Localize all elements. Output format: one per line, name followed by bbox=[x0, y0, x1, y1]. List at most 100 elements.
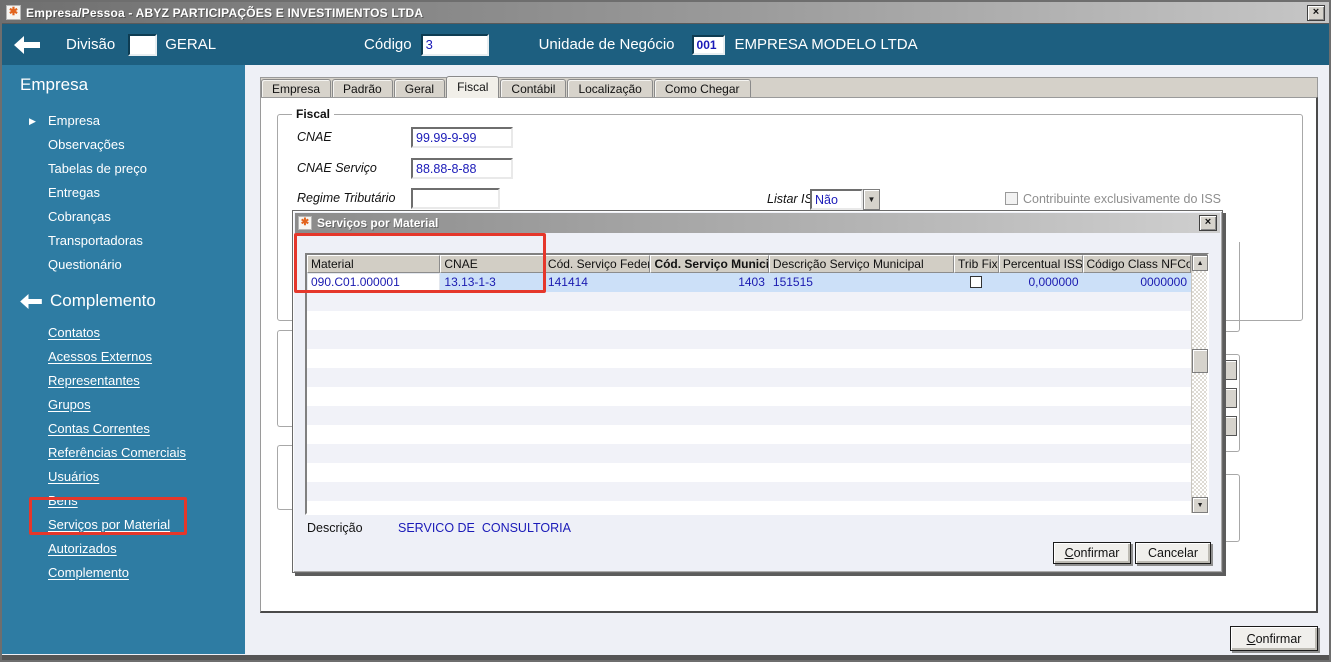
table-row-empty bbox=[307, 330, 1192, 349]
table-row-empty bbox=[307, 387, 1191, 406]
column-header-trib-fixa[interactable]: Trib Fixa bbox=[954, 255, 999, 273]
cell-cod-servico-federal[interactable]: 141414 bbox=[544, 273, 651, 292]
back-arrow-icon bbox=[14, 35, 40, 54]
app-icon: ✱ bbox=[6, 5, 21, 20]
descricao-value: SERVICO DE CONSULTORIA bbox=[398, 521, 571, 535]
column-header-codigo-class-nfcom[interactable]: Código Class NFCom bbox=[1082, 255, 1192, 273]
window-title: Empresa/Pessoa - ABYZ PARTICIPAÇÕES E IN… bbox=[26, 5, 424, 20]
table-row-empty bbox=[307, 349, 1191, 368]
cell-codigo-class-nfcom[interactable]: 0000000 bbox=[1083, 273, 1192, 292]
sidebar-item-referencias-comerciais[interactable]: Referências Comerciais bbox=[2, 441, 245, 465]
sidebar-item-cobrancas[interactable]: Cobranças bbox=[2, 205, 245, 229]
main-confirm-button[interactable]: Confirmar bbox=[1230, 626, 1318, 651]
table-row-empty bbox=[307, 482, 1192, 501]
sidebar: Empresa ▶ Empresa Observações Tabelas de… bbox=[2, 65, 245, 654]
dialog-cancel-button[interactable]: Cancelar bbox=[1135, 542, 1211, 564]
table-row-empty bbox=[307, 292, 1192, 311]
listar-iss-value: Não bbox=[810, 189, 863, 210]
window-bottom-border bbox=[2, 655, 1329, 660]
sidebar-item-empresa[interactable]: ▶ Empresa bbox=[2, 109, 245, 133]
scroll-down-icon[interactable]: ▼ bbox=[1192, 497, 1209, 513]
sidebar-item-observacoes[interactable]: Observações bbox=[2, 133, 245, 157]
sidebar-item-tabelas-de-preco[interactable]: Tabelas de preço bbox=[2, 157, 245, 181]
back-arrow-button[interactable] bbox=[14, 35, 40, 54]
table-row-empty bbox=[307, 425, 1191, 444]
sidebar-item-acessos-externos[interactable]: Acessos Externos bbox=[2, 345, 245, 369]
dialog-icon: ✱ bbox=[298, 216, 312, 230]
cnae-servico-input[interactable]: 88.88-8-88 bbox=[411, 158, 513, 179]
annotation-box-sidebar-servicos bbox=[29, 497, 187, 535]
column-header-cod-servico-federal[interactable]: Cód. Serviço Federal bbox=[543, 255, 651, 273]
sidebar-item-entregas[interactable]: Entregas bbox=[2, 181, 245, 205]
dialog-close-icon[interactable]: × bbox=[1199, 215, 1217, 231]
sidebar-item-representantes[interactable]: Representantes bbox=[2, 369, 245, 393]
dialog-title: Serviços por Material bbox=[317, 216, 439, 230]
top-navigation-bar: Divisão GERAL Código 3 Unidade de Negóci… bbox=[2, 24, 1329, 65]
ellipsis-button[interactable] bbox=[1224, 416, 1237, 436]
ellipsis-button[interactable] bbox=[1224, 360, 1237, 380]
iss-exclusive-checkbox bbox=[1005, 192, 1018, 205]
division-label: Divisão bbox=[66, 36, 116, 53]
scrollbar-thumb[interactable] bbox=[1192, 349, 1209, 373]
sidebar-item-transportadoras[interactable]: Transportadoras bbox=[2, 229, 245, 253]
sidebar-section-complemento-title: Complemento bbox=[50, 291, 156, 310]
column-header-percentual-iss[interactable]: Percentual ISS bbox=[998, 255, 1083, 273]
business-unit-code-input[interactable]: 001 bbox=[691, 34, 725, 55]
tab-contabil[interactable]: Contábil bbox=[500, 79, 567, 98]
sidebar-section-empresa-title: Empresa bbox=[20, 75, 89, 94]
fiscal-groupbox-title: Fiscal bbox=[292, 107, 335, 121]
dialog-confirm-button[interactable]: Confirmar bbox=[1053, 542, 1131, 564]
tab-como-chegar[interactable]: Como Chegar bbox=[653, 79, 751, 98]
code-input[interactable]: 3 bbox=[420, 33, 489, 56]
section-back-arrow-icon bbox=[20, 293, 42, 309]
listar-iss-combobox[interactable]: Não ▼ bbox=[810, 189, 880, 210]
sidebar-section-complemento[interactable]: Complemento bbox=[2, 291, 245, 311]
code-label: Código bbox=[364, 36, 412, 53]
cell-descricao-servico-municipal[interactable]: 151515 bbox=[769, 273, 954, 292]
cnae-label: CNAE bbox=[297, 130, 332, 144]
descricao-label: Descrição bbox=[307, 521, 363, 535]
window-titlebar: ✱ Empresa/Pessoa - ABYZ PARTICIPAÇÕES E … bbox=[2, 2, 1329, 24]
cnae-input[interactable]: 99.99-9-99 bbox=[411, 127, 513, 148]
ellipsis-button[interactable] bbox=[1224, 388, 1237, 408]
regime-tributario-input[interactable] bbox=[411, 188, 500, 209]
cell-cod-servico-municipal[interactable]: 1403 bbox=[650, 273, 768, 292]
table-row-empty bbox=[307, 311, 1191, 330]
sidebar-item-autorizados[interactable]: Autorizados bbox=[2, 537, 245, 561]
sidebar-section-empresa: Empresa bbox=[2, 75, 245, 95]
division-input[interactable] bbox=[128, 33, 158, 56]
scroll-up-icon[interactable]: ▲ bbox=[1192, 255, 1209, 271]
tab-fiscal[interactable]: Fiscal bbox=[446, 76, 500, 98]
column-header-descricao-servico-municipal[interactable]: Descrição Serviço Municipal bbox=[768, 255, 955, 273]
table-row-empty bbox=[307, 444, 1192, 463]
chevron-down-icon[interactable]: ▼ bbox=[863, 189, 880, 210]
sidebar-item-contas-correntes[interactable]: Contas Correntes bbox=[2, 417, 245, 441]
sidebar-item-usuarios[interactable]: Usuários bbox=[2, 465, 245, 489]
tab-geral[interactable]: Geral bbox=[393, 79, 446, 98]
sidebar-item-grupos[interactable]: Grupos bbox=[2, 393, 245, 417]
cell-trib-fixa bbox=[954, 273, 999, 292]
sidebar-item-contatos[interactable]: Contatos bbox=[2, 321, 245, 345]
vertical-scrollbar[interactable]: ▲ ▼ bbox=[1191, 255, 1209, 513]
annotation-box-table-columns bbox=[294, 233, 546, 293]
sidebar-item-complemento[interactable]: Complemento bbox=[2, 561, 245, 585]
tab-empresa[interactable]: Empresa bbox=[261, 79, 332, 98]
table-row-empty bbox=[307, 463, 1191, 482]
division-name: GERAL bbox=[165, 36, 217, 53]
tab-localizacao[interactable]: Localização bbox=[567, 79, 653, 98]
business-unit-name: EMPRESA MODELO LTDA bbox=[734, 36, 918, 53]
business-unit-label: Unidade de Negócio bbox=[538, 36, 675, 53]
cell-percentual-iss[interactable]: 0,000000 bbox=[999, 273, 1083, 292]
dialog-titlebar: ✱ Serviços por Material × bbox=[295, 213, 1220, 233]
sidebar-item-questionario[interactable]: Questionário bbox=[2, 253, 245, 277]
current-item-arrow-icon: ▶ bbox=[29, 116, 36, 126]
close-icon[interactable]: × bbox=[1307, 4, 1325, 21]
regime-tributario-label: Regime Tributário bbox=[297, 191, 396, 205]
column-header-cod-servico-municipal[interactable]: Cód. Serviço Municipal bbox=[650, 255, 769, 273]
application-window: ✱ Empresa/Pessoa - ABYZ PARTICIPAÇÕES E … bbox=[0, 0, 1331, 662]
trib-fixa-checkbox[interactable] bbox=[970, 276, 983, 288]
table-row-empty bbox=[307, 368, 1192, 387]
cnae-servico-label: CNAE Serviço bbox=[297, 161, 377, 175]
tab-padrao[interactable]: Padrão bbox=[332, 79, 393, 98]
tab-strip: Empresa Padrão Geral Fiscal Contábil Loc… bbox=[260, 76, 1318, 98]
